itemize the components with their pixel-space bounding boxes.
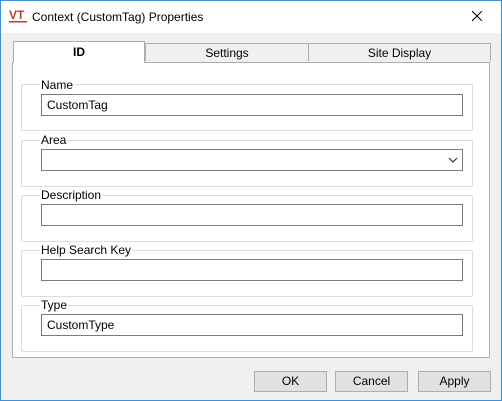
tab-site-display[interactable]: Site Display	[308, 43, 491, 61]
ok-button[interactable]: OK	[254, 371, 327, 392]
tab-settings[interactable]: Settings	[145, 43, 309, 61]
type-label: Type	[40, 298, 69, 312]
area-label: Area	[40, 133, 68, 147]
apply-button[interactable]: Apply	[418, 371, 491, 392]
description-label: Description	[40, 188, 103, 202]
vt-app-icon: VT	[9, 8, 27, 23]
help-search-key-label: Help Search Key	[40, 243, 133, 257]
chevron-down-icon	[448, 157, 458, 163]
title-bar[interactable]: VT Context (CustomTag) Properties	[1, 1, 501, 33]
svg-text:VT: VT	[9, 8, 25, 22]
window-title: Context (CustomTag) Properties	[32, 10, 204, 24]
tab-id[interactable]: ID	[13, 41, 145, 63]
close-icon	[472, 11, 482, 21]
cancel-button[interactable]: Cancel	[335, 371, 408, 392]
properties-dialog: VT Context (CustomTag) Properties ID Set…	[0, 0, 502, 401]
description-field[interactable]	[41, 204, 463, 226]
tab-strip: ID Settings Site Display	[13, 41, 491, 63]
name-label: Name	[40, 78, 75, 92]
type-field[interactable]: CustomType	[41, 314, 463, 336]
close-button[interactable]	[455, 2, 499, 30]
area-dropdown[interactable]	[41, 149, 463, 171]
help-search-key-field[interactable]	[41, 259, 463, 281]
name-field[interactable]: CustomTag	[41, 94, 463, 116]
